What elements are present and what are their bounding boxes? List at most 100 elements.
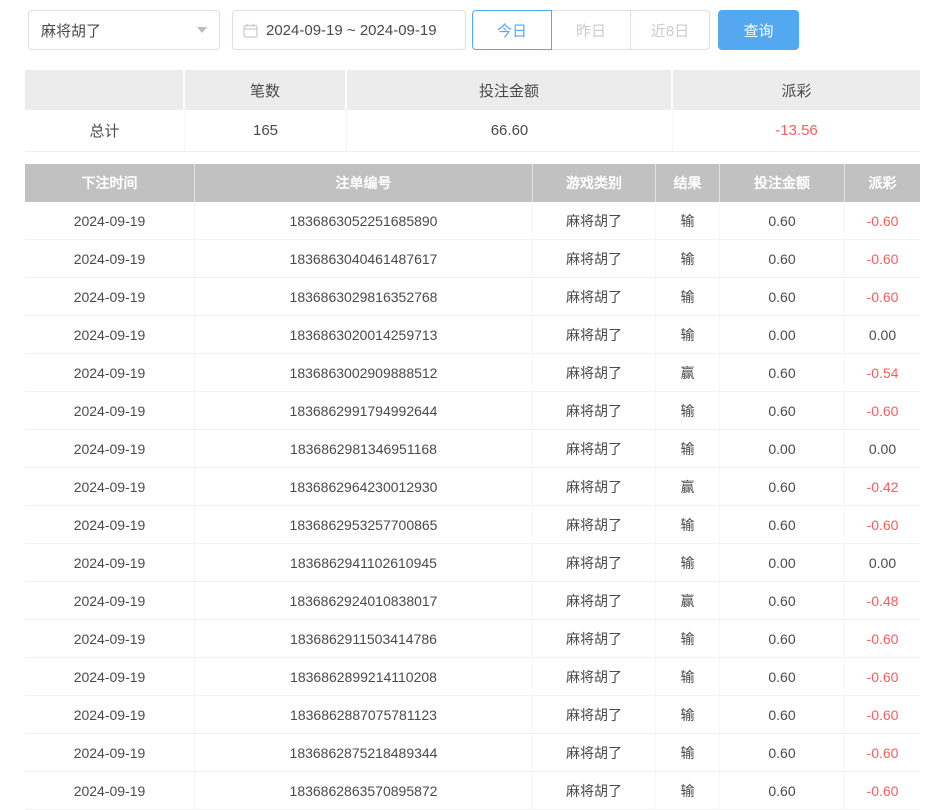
game-type-cell: 麻将胡了 <box>533 202 656 239</box>
payout-cell: -0.60 <box>845 696 920 733</box>
game-type-cell: 麻将胡了 <box>533 696 656 733</box>
game-type-cell: 麻将胡了 <box>533 392 656 429</box>
result-cell: 输 <box>656 430 720 467</box>
date-range-picker[interactable]: 2024-09-19 ~ 2024-09-19 <box>232 10 466 50</box>
order-id-cell: 1836862953257700865 <box>195 506 533 543</box>
game-type-cell: 麻将胡了 <box>533 582 656 619</box>
bet-time-cell: 2024-09-19 <box>25 430 195 467</box>
summary-total-row: 总计 165 66.60 -13.56 <box>25 110 920 152</box>
bet-amount-cell: 0.00 <box>720 316 845 353</box>
bet-time-cell: 2024-09-19 <box>25 506 195 543</box>
payout-cell: -0.42 <box>845 468 920 505</box>
bet-amount-cell: 0.60 <box>720 202 845 239</box>
payout-cell: -0.60 <box>845 202 920 239</box>
table-row: 2024-09-19 1836862941102610945 麻将胡了 输 0.… <box>25 544 920 582</box>
game-type-cell: 麻将胡了 <box>533 316 656 353</box>
quick-date-button-group: 今日 昨日 近8日 <box>472 10 710 50</box>
table-row: 2024-09-19 1836862924010838017 麻将胡了 赢 0.… <box>25 582 920 620</box>
summary-header-bet-amount: 投注金额 <box>347 70 673 110</box>
payout-cell: -0.60 <box>845 392 920 429</box>
payout-cell: 0.00 <box>845 430 920 467</box>
result-cell: 赢 <box>656 468 720 505</box>
bet-amount-cell: 0.60 <box>720 278 845 315</box>
bet-time-cell: 2024-09-19 <box>25 316 195 353</box>
game-type-cell: 麻将胡了 <box>533 506 656 543</box>
table-row: 2024-09-19 1836862964230012930 麻将胡了 赢 0.… <box>25 468 920 506</box>
bet-time-cell: 2024-09-19 <box>25 696 195 733</box>
game-type-cell: 麻将胡了 <box>533 544 656 581</box>
result-cell: 输 <box>656 202 720 239</box>
bet-table-header: 下注时间 注单编号 游戏类别 结果 投注金额 派彩 <box>25 164 920 202</box>
result-cell: 输 <box>656 734 720 771</box>
bet-time-cell: 2024-09-19 <box>25 620 195 657</box>
payout-cell: -0.60 <box>845 278 920 315</box>
payout-cell: -0.60 <box>845 734 920 771</box>
order-id-cell: 1836862887075781123 <box>195 696 533 733</box>
game-select[interactable]: 麻将胡了 <box>28 10 220 50</box>
result-cell: 输 <box>656 240 720 277</box>
game-type-cell: 麻将胡了 <box>533 734 656 771</box>
summary-total-count: 165 <box>185 110 347 151</box>
payout-cell: -0.60 <box>845 620 920 657</box>
result-cell: 输 <box>656 696 720 733</box>
table-row: 2024-09-19 1836862863570895872 麻将胡了 输 0.… <box>25 772 920 810</box>
bet-time-cell: 2024-09-19 <box>25 202 195 239</box>
bet-time-cell: 2024-09-19 <box>25 278 195 315</box>
payout-cell: -0.60 <box>845 240 920 277</box>
bet-time-cell: 2024-09-19 <box>25 658 195 695</box>
game-select-value: 麻将胡了 <box>41 20 101 41</box>
header-game-type: 游戏类别 <box>533 164 656 202</box>
payout-cell: -0.48 <box>845 582 920 619</box>
order-id-cell: 1836863040461487617 <box>195 240 533 277</box>
table-row: 2024-09-19 1836862911503414786 麻将胡了 输 0.… <box>25 620 920 658</box>
payout-cell: 0.00 <box>845 544 920 581</box>
payout-cell: 0.00 <box>845 316 920 353</box>
calendar-icon <box>243 23 258 38</box>
result-cell: 输 <box>656 316 720 353</box>
date-range-value: 2024-09-19 ~ 2024-09-19 <box>266 22 437 39</box>
bet-amount-cell: 0.00 <box>720 430 845 467</box>
caret-down-icon <box>197 27 207 33</box>
bet-amount-cell: 0.60 <box>720 772 845 809</box>
filter-bar: 麻将胡了 2024-09-19 ~ 2024-09-19 今日 昨日 近8日 查… <box>28 10 950 50</box>
bet-table-body: 2024-09-19 1836863052251685890 麻将胡了 输 0.… <box>25 202 920 810</box>
yesterday-button[interactable]: 昨日 <box>551 10 631 50</box>
summary-table: 笔数 投注金额 派彩 总计 165 66.60 -13.56 <box>25 70 920 152</box>
result-cell: 输 <box>656 772 720 809</box>
table-row: 2024-09-19 1836862981346951168 麻将胡了 输 0.… <box>25 430 920 468</box>
bet-amount-cell: 0.60 <box>720 734 845 771</box>
bet-time-cell: 2024-09-19 <box>25 582 195 619</box>
result-cell: 赢 <box>656 582 720 619</box>
bet-amount-cell: 0.60 <box>720 240 845 277</box>
summary-total-label: 总计 <box>25 110 185 151</box>
bet-amount-cell: 0.60 <box>720 582 845 619</box>
table-row: 2024-09-19 1836862953257700865 麻将胡了 输 0.… <box>25 506 920 544</box>
summary-header-blank <box>25 70 185 110</box>
game-type-cell: 麻将胡了 <box>533 240 656 277</box>
bet-amount-cell: 0.60 <box>720 354 845 391</box>
order-id-cell: 1836863052251685890 <box>195 202 533 239</box>
game-type-cell: 麻将胡了 <box>533 430 656 467</box>
payout-cell: -0.60 <box>845 772 920 809</box>
result-cell: 赢 <box>656 354 720 391</box>
order-id-cell: 1836863029816352768 <box>195 278 533 315</box>
last-8-days-button[interactable]: 近8日 <box>630 10 710 50</box>
header-result: 结果 <box>656 164 720 202</box>
result-cell: 输 <box>656 278 720 315</box>
header-order-id: 注单编号 <box>195 164 533 202</box>
today-button[interactable]: 今日 <box>472 10 552 50</box>
order-id-cell: 1836862941102610945 <box>195 544 533 581</box>
game-type-cell: 麻将胡了 <box>533 278 656 315</box>
order-id-cell: 1836862875218489344 <box>195 734 533 771</box>
bet-amount-cell: 0.60 <box>720 506 845 543</box>
game-type-cell: 麻将胡了 <box>533 620 656 657</box>
query-button[interactable]: 查询 <box>718 10 799 50</box>
result-cell: 输 <box>656 544 720 581</box>
bet-records-table: 下注时间 注单编号 游戏类别 结果 投注金额 派彩 2024-09-19 183… <box>25 164 920 810</box>
bet-time-cell: 2024-09-19 <box>25 772 195 809</box>
bet-time-cell: 2024-09-19 <box>25 240 195 277</box>
header-bet-time: 下注时间 <box>25 164 195 202</box>
game-type-cell: 麻将胡了 <box>533 772 656 809</box>
bet-time-cell: 2024-09-19 <box>25 468 195 505</box>
payout-cell: -0.60 <box>845 506 920 543</box>
